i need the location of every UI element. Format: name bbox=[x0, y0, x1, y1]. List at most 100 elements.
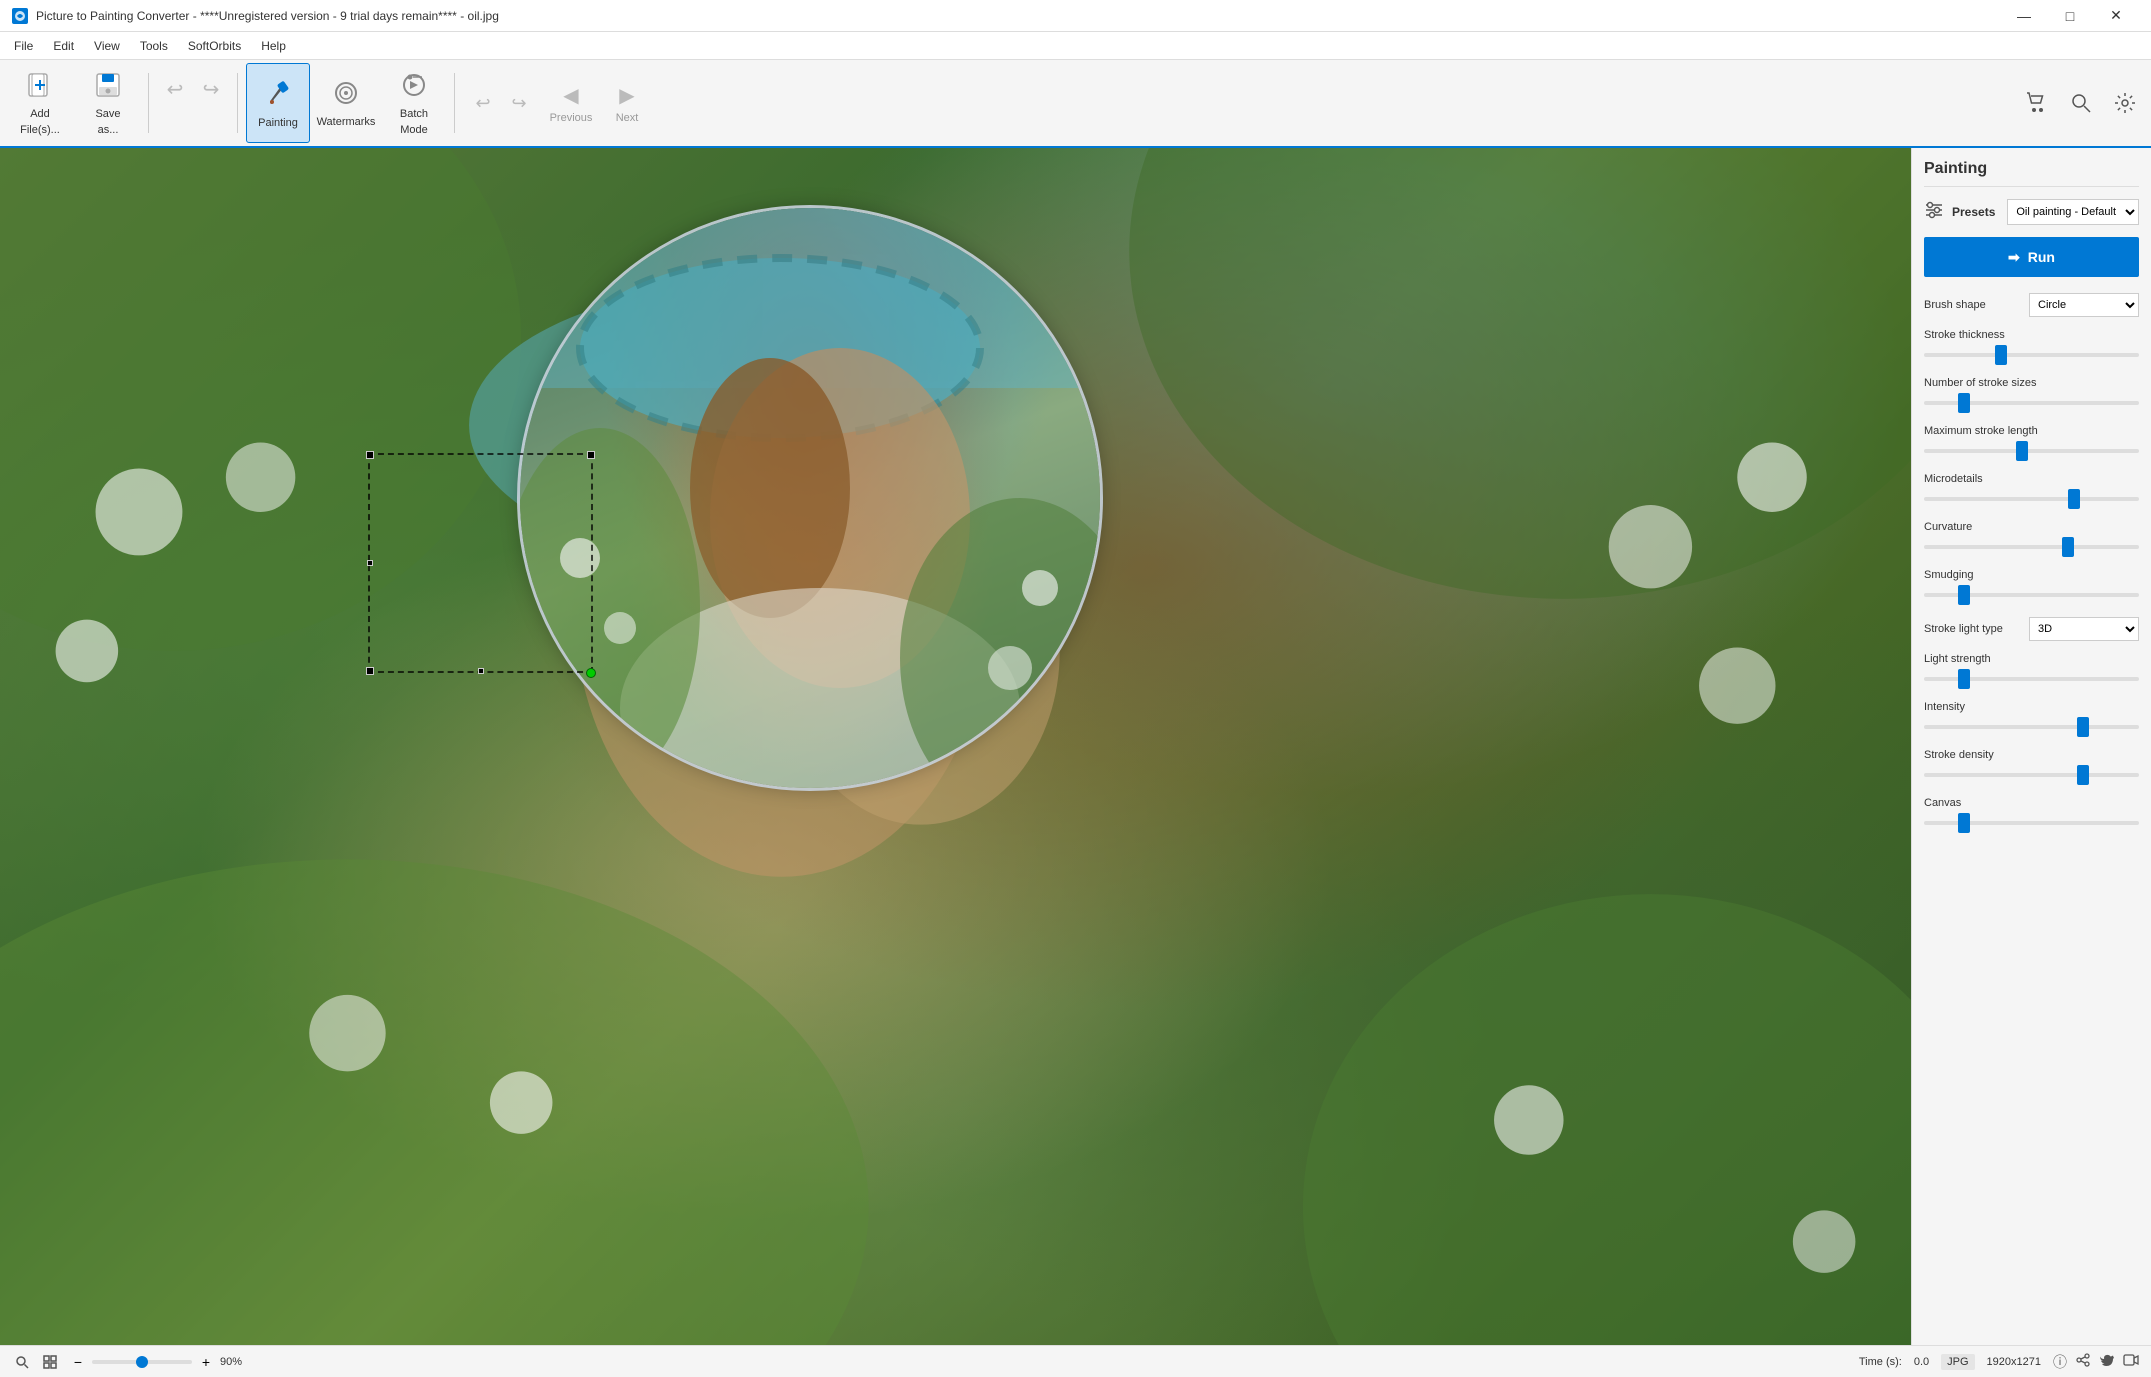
zoom-slider[interactable] bbox=[92, 1360, 192, 1364]
save-as-button[interactable]: Save as... bbox=[76, 63, 140, 143]
stroke-density-slider[interactable] bbox=[1924, 765, 2139, 785]
redo-button[interactable]: ↪ bbox=[193, 73, 229, 133]
curvature-thumb[interactable] bbox=[2062, 537, 2074, 557]
maximize-button[interactable]: □ bbox=[2047, 0, 2093, 32]
max-stroke-length-row: Maximum stroke length bbox=[1924, 425, 2139, 461]
curvature-slider[interactable] bbox=[1924, 537, 2139, 557]
microdetails-thumb[interactable] bbox=[2068, 489, 2080, 509]
canvas-track bbox=[1924, 821, 2139, 825]
menu-file[interactable]: File bbox=[4, 35, 43, 57]
status-bar-right: Time (s): 0.0 JPG 1920x1271 ⓘ bbox=[1859, 1352, 2139, 1372]
zoom-slider-thumb[interactable] bbox=[136, 1356, 148, 1368]
light-strength-slider[interactable] bbox=[1924, 669, 2139, 689]
microdetails-row: Microdetails bbox=[1924, 473, 2139, 509]
stroke-light-type-select[interactable]: 3D Flat None bbox=[2029, 617, 2139, 641]
brush-shape-row: Brush shape Circle Square Ellipse bbox=[1924, 293, 2139, 317]
intensity-thumb[interactable] bbox=[2077, 717, 2089, 737]
toolbar-separator-2 bbox=[237, 73, 238, 133]
nav-undo-button[interactable]: ↩ bbox=[467, 87, 499, 119]
num-stroke-sizes-row: Number of stroke sizes bbox=[1924, 377, 2139, 413]
next-button[interactable]: ▶ Next bbox=[599, 63, 655, 143]
max-stroke-length-slider[interactable] bbox=[1924, 441, 2139, 461]
status-search-button[interactable] bbox=[12, 1352, 32, 1372]
nav-redo-button[interactable]: ↪ bbox=[503, 87, 535, 119]
app-icon bbox=[12, 8, 28, 24]
intensity-slider[interactable] bbox=[1924, 717, 2139, 737]
batch-mode-label: Batch bbox=[400, 108, 428, 120]
settings-toolbar-button[interactable] bbox=[2107, 85, 2143, 121]
cart-button[interactable] bbox=[2019, 85, 2055, 121]
format-badge: JPG bbox=[1941, 1354, 1974, 1370]
search-toolbar-button[interactable] bbox=[2063, 85, 2099, 121]
watermarks-icon bbox=[332, 79, 360, 112]
menu-softorbits[interactable]: SoftOrbits bbox=[178, 35, 251, 57]
zoom-out-button[interactable]: − bbox=[68, 1352, 88, 1372]
stroke-density-thumb[interactable] bbox=[2077, 765, 2089, 785]
main-layout: Painting Presets Oil painting - Default … bbox=[0, 148, 2151, 1345]
painting-button[interactable]: Painting bbox=[246, 63, 310, 143]
num-stroke-sizes-label: Number of stroke sizes bbox=[1924, 377, 2139, 389]
menu-edit[interactable]: Edit bbox=[43, 35, 84, 57]
menu-tools[interactable]: Tools bbox=[130, 35, 178, 57]
num-stroke-sizes-slider[interactable] bbox=[1924, 393, 2139, 413]
light-strength-row: Light strength bbox=[1924, 653, 2139, 689]
canvas-thumb[interactable] bbox=[1958, 813, 1970, 833]
share1-icon[interactable] bbox=[2075, 1352, 2091, 1372]
canvas-area[interactable] bbox=[0, 148, 1911, 1345]
run-label: Run bbox=[2028, 249, 2055, 265]
smudging-slider[interactable] bbox=[1924, 585, 2139, 605]
light-strength-thumb[interactable] bbox=[1958, 669, 1970, 689]
stroke-light-type-row: Stroke light type 3D Flat None bbox=[1924, 617, 2139, 641]
run-button[interactable]: ➡ Run bbox=[1924, 237, 2139, 277]
save-label2: as... bbox=[98, 124, 119, 136]
smudging-thumb[interactable] bbox=[1958, 585, 1970, 605]
intensity-row: Intensity bbox=[1924, 701, 2139, 737]
watermarks-label: Watermarks bbox=[317, 116, 376, 128]
minimize-button[interactable]: — bbox=[2001, 0, 2047, 32]
add-files-button[interactable]: Add File(s)... bbox=[8, 63, 72, 143]
twitter-icon[interactable] bbox=[2099, 1352, 2115, 1372]
microdetails-slider[interactable] bbox=[1924, 489, 2139, 509]
microdetails-track bbox=[1924, 497, 2139, 501]
brush-shape-select[interactable]: Circle Square Ellipse bbox=[2029, 293, 2139, 317]
watermarks-button[interactable]: Watermarks bbox=[314, 63, 378, 143]
num-stroke-sizes-thumb[interactable] bbox=[1958, 393, 1970, 413]
presets-icon bbox=[1924, 200, 1944, 225]
presets-select[interactable]: Oil painting - Default Watercolor Impres… bbox=[2007, 199, 2139, 225]
time-value: 0.0 bbox=[1914, 1356, 1929, 1368]
presets-label: Presets bbox=[1952, 205, 1995, 219]
video-icon[interactable] bbox=[2123, 1352, 2139, 1372]
window-title: Picture to Painting Converter - ****Unre… bbox=[36, 9, 499, 23]
max-stroke-length-thumb[interactable] bbox=[2016, 441, 2028, 461]
undo-button[interactable]: ↩ bbox=[157, 73, 193, 133]
toolbar-right bbox=[2019, 85, 2143, 121]
stroke-thickness-row: Stroke thickness bbox=[1924, 329, 2139, 365]
settings-section: Brush shape Circle Square Ellipse Stroke… bbox=[1924, 293, 2139, 833]
status-bar-left: − + 90% bbox=[12, 1352, 252, 1372]
fit-to-window-button[interactable] bbox=[40, 1352, 60, 1372]
info-icon[interactable]: ⓘ bbox=[2053, 1352, 2067, 1372]
resolution-label: 1920x1271 bbox=[1987, 1356, 2041, 1368]
presets-row: Presets Oil painting - Default Watercolo… bbox=[1924, 199, 2139, 225]
microdetails-label: Microdetails bbox=[1924, 473, 2139, 485]
canvas-slider[interactable] bbox=[1924, 813, 2139, 833]
undo-redo-group: ↩ ↪ bbox=[157, 73, 229, 133]
toolbar-separator-3 bbox=[454, 73, 455, 133]
stroke-thickness-slider[interactable] bbox=[1924, 345, 2139, 365]
menu-view[interactable]: View bbox=[84, 35, 130, 57]
max-stroke-length-track bbox=[1924, 449, 2139, 453]
previous-label: Previous bbox=[550, 112, 593, 124]
toolbar: Add File(s)... Save as... ↩ ↪ bbox=[0, 60, 2151, 148]
close-button[interactable]: ✕ bbox=[2093, 0, 2139, 32]
previous-button[interactable]: ◀ Previous bbox=[543, 63, 599, 143]
prev-next-group: ◀ Previous ▶ Next bbox=[543, 63, 655, 143]
stroke-density-track bbox=[1924, 773, 2139, 777]
menu-help[interactable]: Help bbox=[251, 35, 296, 57]
stroke-thickness-thumb[interactable] bbox=[1995, 345, 2007, 365]
zoom-in-button[interactable]: + bbox=[196, 1352, 216, 1372]
title-bar-controls: — □ ✕ bbox=[2001, 0, 2139, 32]
toolbar-separator-1 bbox=[148, 73, 149, 133]
add-files-icon bbox=[26, 71, 54, 104]
selection-green-dot[interactable] bbox=[586, 668, 596, 678]
batch-mode-button[interactable]: Batch Mode bbox=[382, 63, 446, 143]
